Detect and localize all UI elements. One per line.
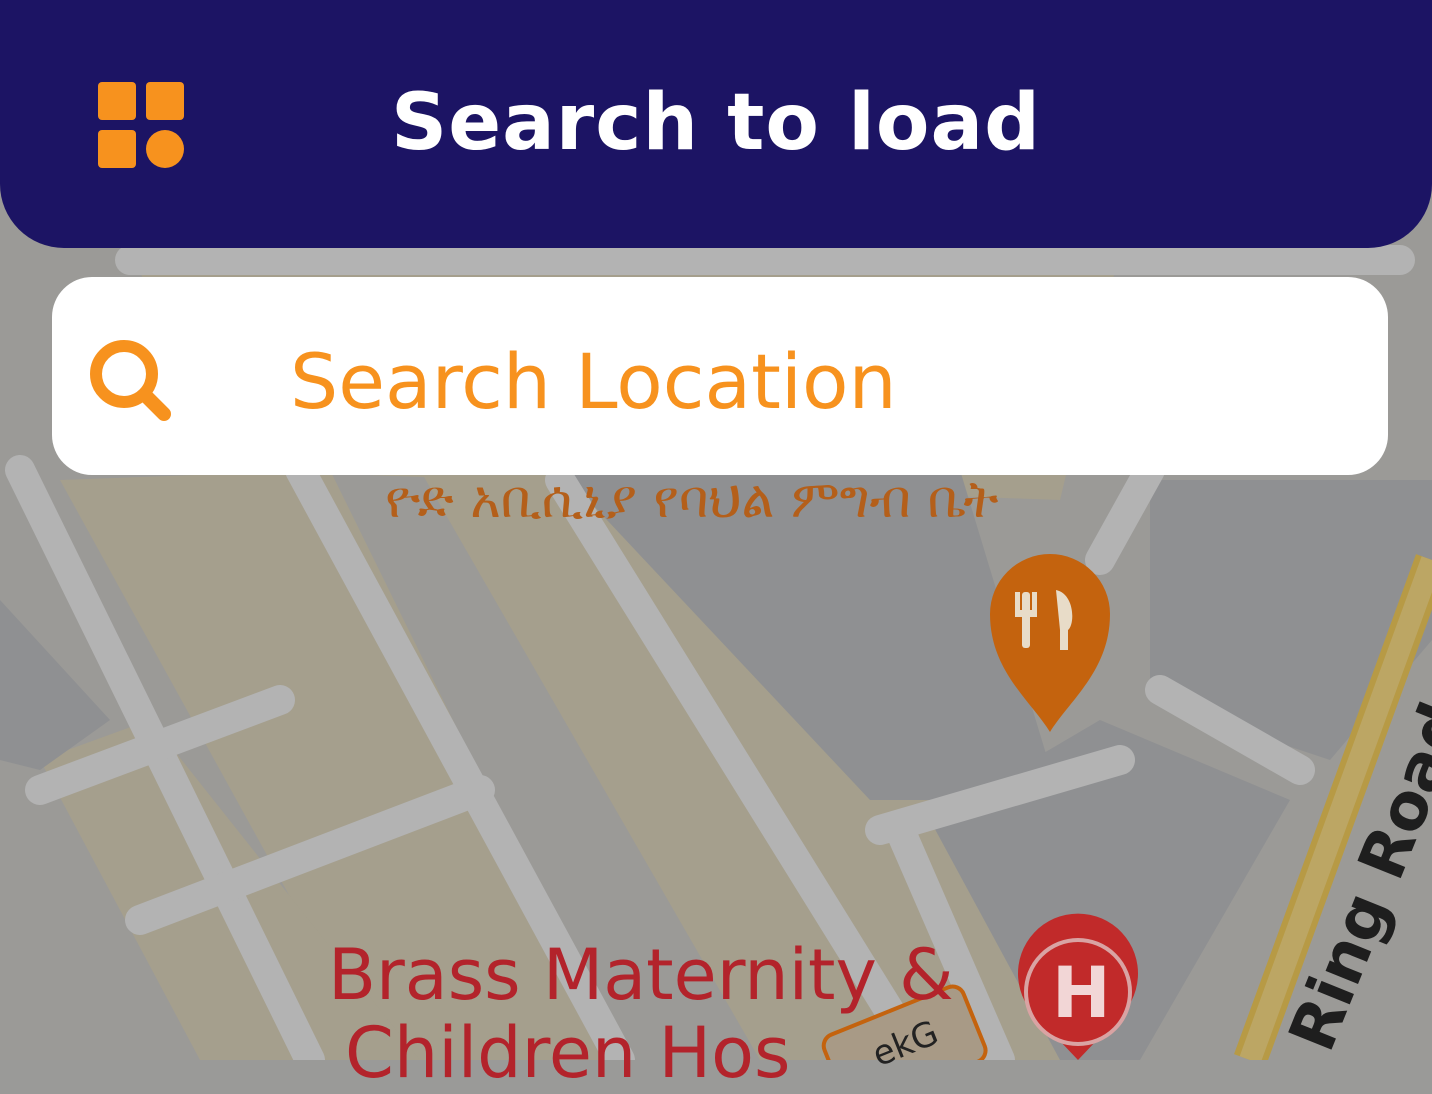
hospital-letter: H — [1052, 952, 1111, 1034]
hospital-label-line2: Children Hos — [345, 1012, 791, 1094]
hospital-label-line1: Brass Maternity & — [328, 934, 954, 1016]
search-icon[interactable] — [86, 336, 174, 424]
restaurant-label: ዮድ አቢሲኒያ የባህል ምግብ ቤት — [385, 470, 999, 530]
page-title: Search to load — [391, 78, 1041, 168]
app-header: Search to load — [0, 0, 1432, 248]
search-input[interactable] — [290, 326, 1350, 436]
